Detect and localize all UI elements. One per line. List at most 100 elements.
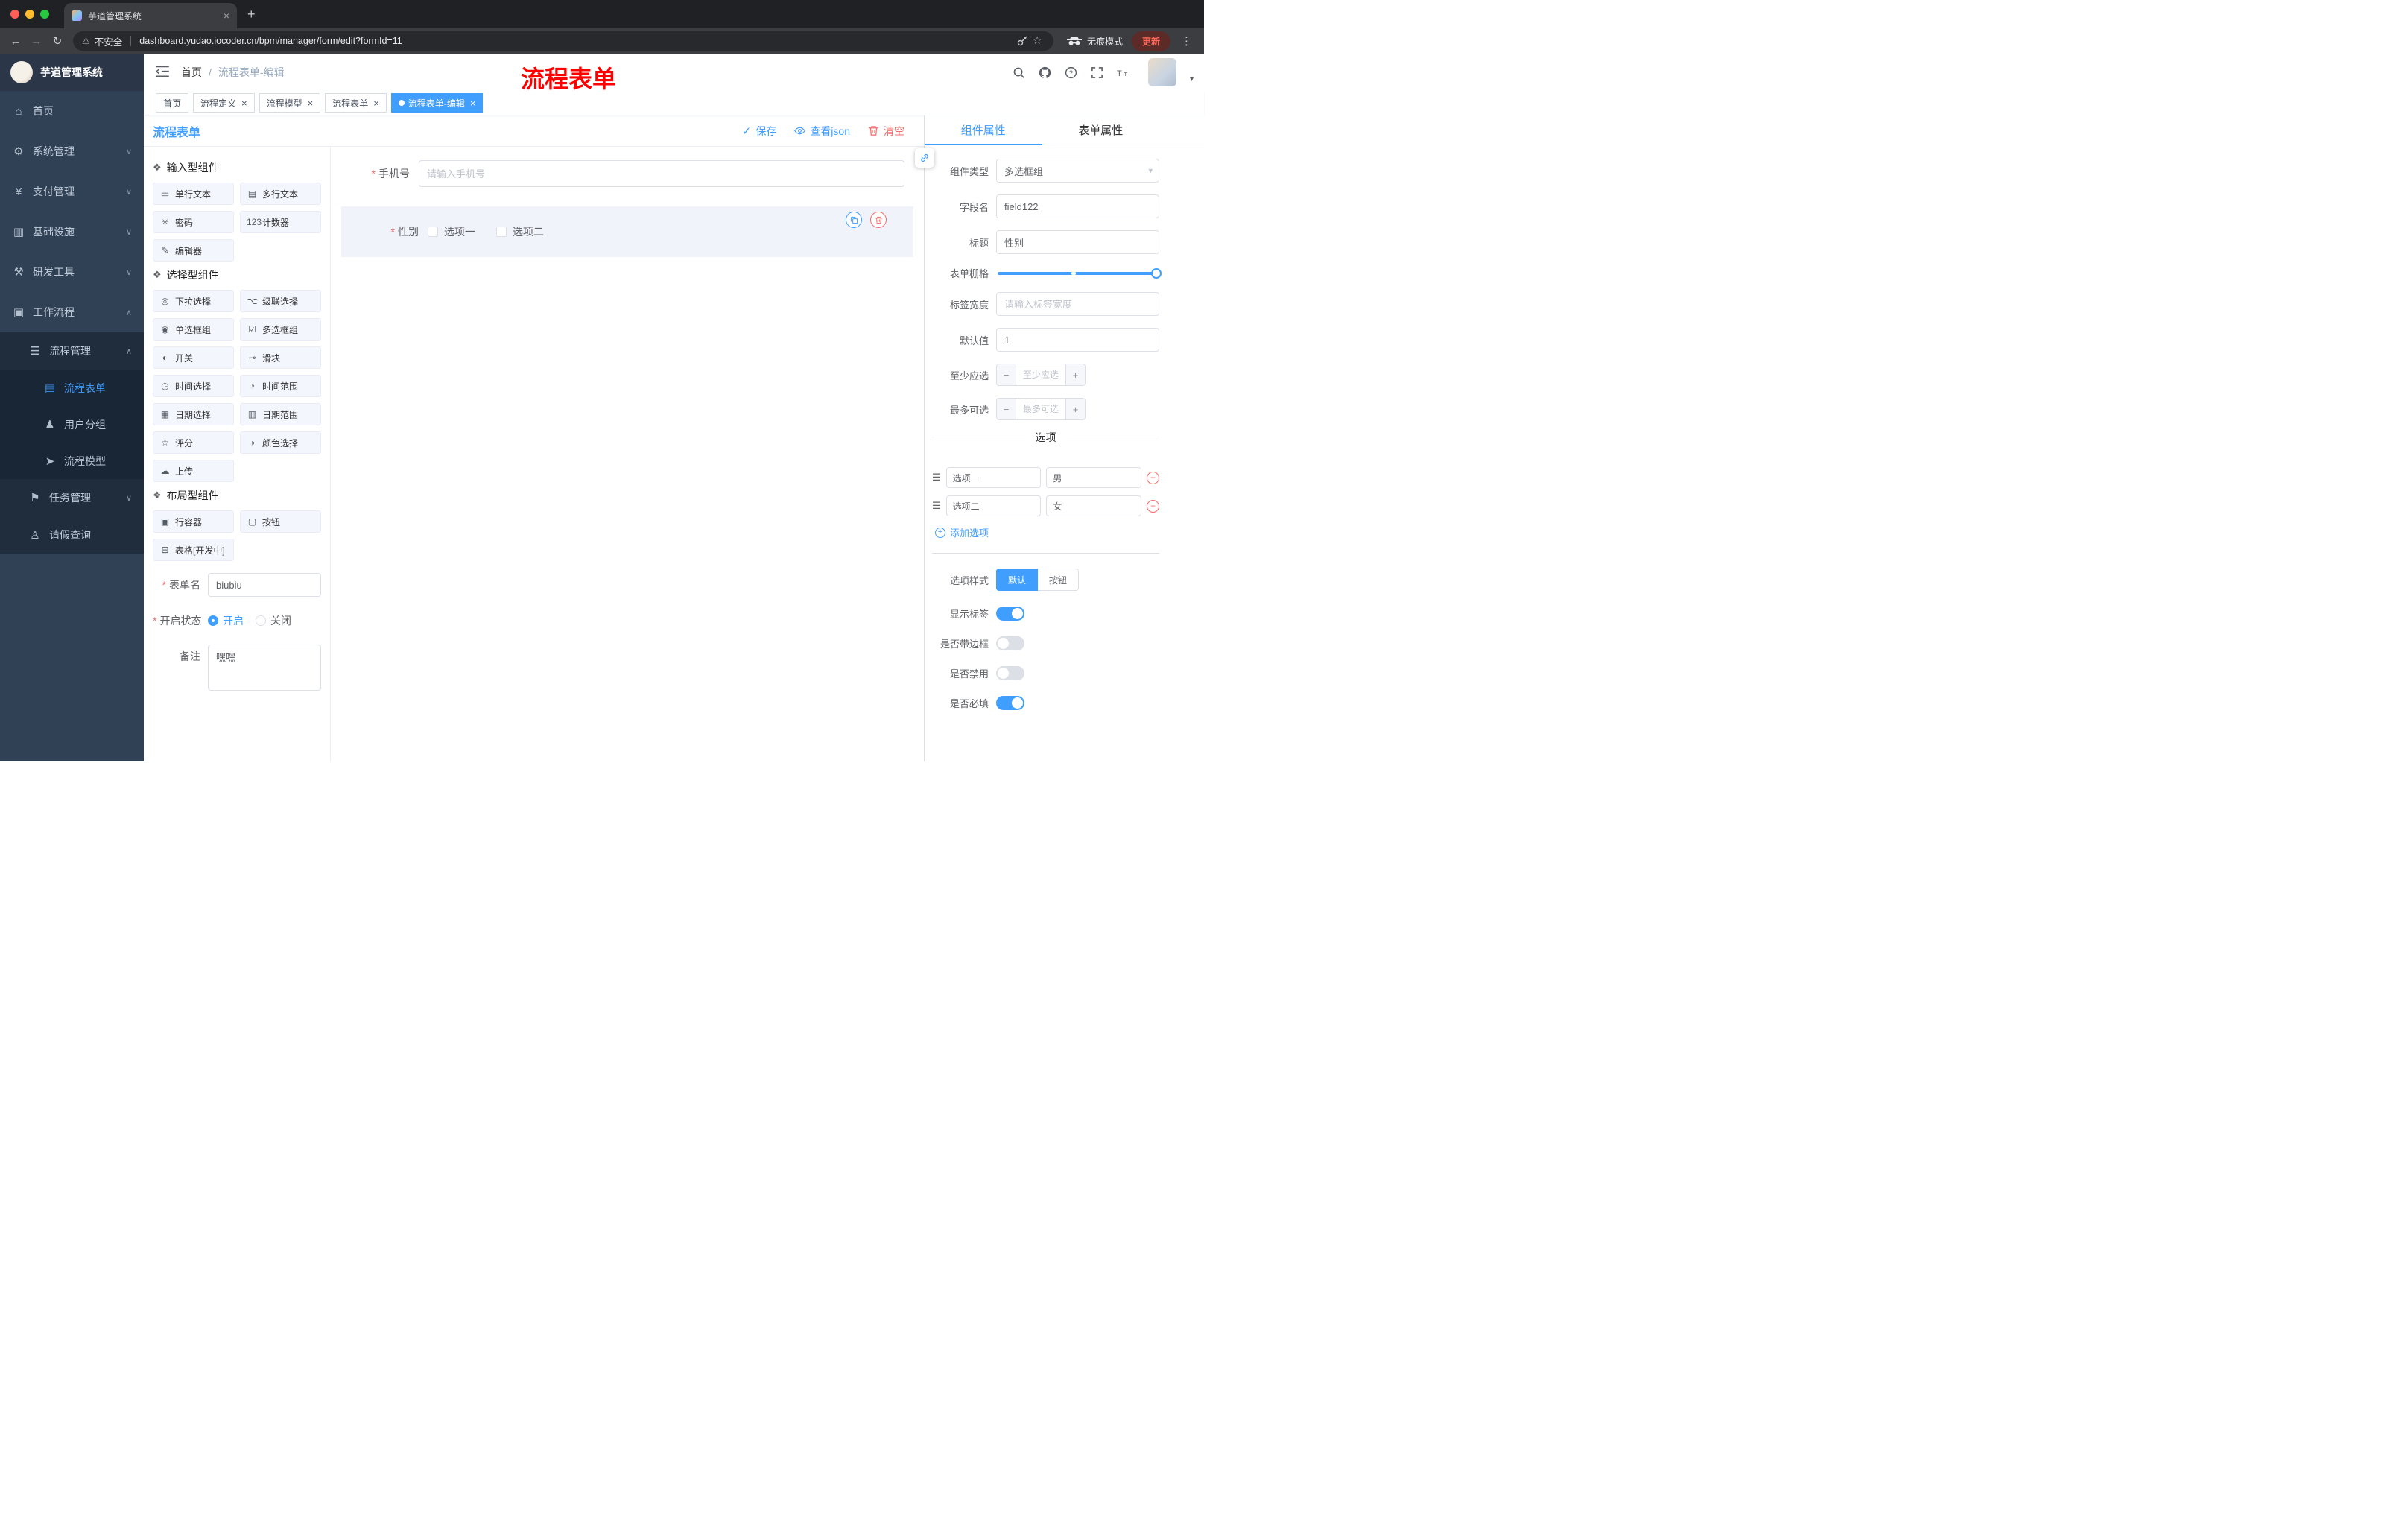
palette-item[interactable]: ⌥ 级联选择 — [240, 290, 321, 312]
tag-3[interactable]: 流程表单 × — [325, 93, 387, 113]
palette-item[interactable]: ◐ 开关 — [153, 346, 234, 369]
palette-item[interactable]: ⊸ 滑块 — [240, 346, 321, 369]
palette-item[interactable]: ▭ 单行文本 — [153, 183, 234, 205]
palette-item[interactable]: ☆ 评分 — [153, 431, 234, 454]
reload-icon[interactable]: ↻ — [48, 31, 67, 51]
palette-item[interactable]: ▦ 日期选择 — [153, 403, 234, 425]
toggle-disabled[interactable] — [996, 666, 1024, 680]
link-button[interactable] — [915, 148, 934, 168]
phone-input[interactable] — [419, 160, 904, 187]
palette-item[interactable]: ◔ 时间范围 — [240, 375, 321, 397]
sidebar-item-leave-query[interactable]: ♙ 请假查询 — [0, 516, 144, 554]
toggle-required[interactable] — [996, 696, 1024, 710]
chevron-down-icon[interactable]: ▾ — [1190, 75, 1194, 83]
option-style-button-1[interactable]: 按钮 — [1038, 569, 1080, 591]
save-button[interactable]: ✓ 保存 — [742, 124, 777, 139]
palette-item[interactable]: ▤ 多行文本 — [240, 183, 321, 205]
palette-item[interactable]: ☑ 多选框组 — [240, 318, 321, 341]
gender-checkbox-0[interactable]: 选项一 — [428, 224, 475, 239]
browser-update-button[interactable]: 更新 — [1131, 31, 1170, 51]
option-value-input[interactable] — [1046, 467, 1141, 488]
option-label-input[interactable] — [945, 495, 1042, 516]
label-width-input[interactable] — [996, 292, 1159, 316]
palette-item[interactable]: ⊞ 表格[开发中] — [153, 539, 234, 561]
sidebar-item-infrastructure[interactable]: ▥ 基础设施 ∨ — [0, 212, 144, 252]
sidebar-item-workflow[interactable]: ▣ 工作流程 ∧ — [0, 292, 144, 332]
palette-item[interactable]: ✳ 密码 — [153, 211, 234, 233]
option-label-input[interactable] — [945, 467, 1042, 488]
title-input[interactable] — [996, 230, 1159, 254]
tag-0[interactable]: 首页 — [156, 93, 189, 113]
hamburger-icon[interactable] — [154, 64, 171, 80]
status-radio-0[interactable]: 开启 — [208, 609, 244, 633]
option-value-input[interactable] — [1046, 495, 1141, 516]
delete-field-button[interactable] — [870, 212, 887, 228]
palette-item[interactable]: ✎ 编辑器 — [153, 239, 234, 262]
gender-checkbox-1[interactable]: 选项二 — [496, 224, 544, 239]
slider-handle[interactable] — [1151, 267, 1162, 279]
toggle-show-label[interactable] — [996, 607, 1024, 621]
option-style-button-0[interactable]: 默认 — [996, 569, 1039, 591]
app-logo[interactable]: 芋道管理系统 — [0, 54, 144, 91]
help-icon[interactable]: ? — [1064, 65, 1079, 80]
close-icon[interactable]: × — [373, 98, 379, 108]
default-value-input[interactable] — [996, 328, 1159, 352]
tag-4[interactable]: 流程表单-编辑 × — [390, 93, 484, 113]
sidebar-item-process-management[interactable]: ☰ 流程管理 ∧ — [0, 332, 144, 370]
palette-item[interactable]: ◎ 下拉选择 — [153, 290, 234, 312]
bookmark-star-icon[interactable]: ☆ — [1033, 35, 1045, 47]
fullscreen-icon[interactable] — [1090, 65, 1105, 80]
form-name-input[interactable] — [208, 573, 321, 597]
sidebar-item-system-management[interactable]: ⚙ 系统管理 ∨ — [0, 131, 144, 171]
sidebar-item-process-form[interactable]: ▤ 流程表单 — [0, 370, 144, 406]
max-select-input[interactable] — [1016, 399, 1065, 419]
sidebar-item-payment-management[interactable]: ¥ 支付管理 ∨ — [0, 171, 144, 212]
maximize-window-button[interactable] — [40, 10, 49, 19]
search-icon[interactable] — [1012, 65, 1027, 80]
tab-form-props[interactable]: 表单属性 — [1042, 115, 1160, 145]
sidebar-item-task-management[interactable]: ⚑ 任务管理 ∨ — [0, 479, 144, 516]
add-option-button[interactable]: + 添加选项 — [935, 525, 1159, 539]
forward-icon[interactable]: → — [27, 31, 46, 51]
sidebar-item-user-group[interactable]: ♟ 用户分组 — [0, 406, 144, 443]
field-name-input[interactable] — [996, 194, 1159, 218]
minus-icon[interactable]: − — [997, 364, 1016, 385]
minimize-window-button[interactable] — [25, 10, 34, 19]
palette-item[interactable]: ◷ 时间选择 — [153, 375, 234, 397]
remove-option-icon[interactable]: − — [1147, 499, 1159, 513]
close-icon[interactable]: × — [308, 98, 314, 108]
palette-item[interactable]: ▣ 行容器 — [153, 510, 234, 533]
copy-field-button[interactable] — [846, 212, 862, 228]
breadcrumb-home[interactable]: 首页 — [181, 65, 202, 80]
password-key-icon[interactable] — [1016, 35, 1028, 47]
new-tab-button[interactable]: + — [247, 7, 256, 22]
tag-1[interactable]: 流程定义 × — [193, 93, 255, 113]
view-json-button[interactable]: 查看json — [794, 124, 850, 139]
remove-option-icon[interactable]: − — [1147, 471, 1159, 484]
gender-field-row-selected[interactable]: 性别 选项一 选项二 — [341, 206, 913, 257]
phone-field-row[interactable]: 手机号 — [341, 160, 913, 187]
component-type-value[interactable] — [996, 159, 1159, 183]
palette-item[interactable]: ☁ 上传 — [153, 460, 234, 482]
browser-menu-icon[interactable]: ⋮ — [1181, 34, 1192, 48]
close-tab-icon[interactable]: × — [224, 10, 229, 21]
component-type-select[interactable]: ▾ — [996, 159, 1159, 183]
tab-component-props[interactable]: 组件属性 — [925, 115, 1042, 145]
font-size-icon[interactable]: TT — [1116, 65, 1131, 80]
plus-icon[interactable]: + — [1065, 364, 1085, 385]
drag-handle-icon[interactable]: ☰ — [932, 500, 941, 512]
drag-handle-icon[interactable]: ☰ — [932, 472, 941, 484]
status-radio-1[interactable]: 关闭 — [256, 609, 291, 633]
sidebar-item-dev-tools[interactable]: ⚒ 研发工具 ∨ — [0, 252, 144, 292]
plus-icon[interactable]: + — [1065, 399, 1085, 419]
sidebar-item-process-model[interactable]: ➤ 流程模型 — [0, 443, 144, 479]
github-icon[interactable] — [1038, 65, 1053, 80]
palette-item[interactable]: ◑ 颜色选择 — [240, 431, 321, 454]
palette-item[interactable]: ◉ 单选框组 — [153, 318, 234, 341]
close-window-button[interactable] — [10, 10, 19, 19]
back-icon[interactable]: ← — [6, 31, 25, 51]
toggle-with-border[interactable] — [996, 636, 1024, 650]
palette-item[interactable]: ▢ 按钮 — [240, 510, 321, 533]
close-icon[interactable]: × — [241, 98, 247, 108]
browser-tab[interactable]: 芋道管理系统 × — [64, 3, 237, 28]
